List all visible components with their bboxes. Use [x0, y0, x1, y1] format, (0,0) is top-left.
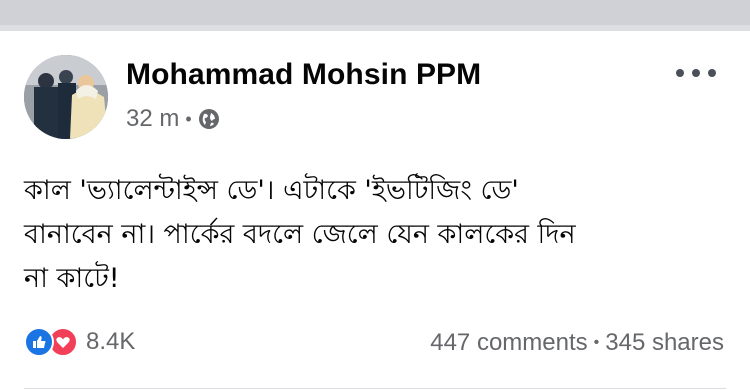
globe-icon[interactable]	[198, 108, 220, 130]
feed-separator-band	[0, 0, 750, 31]
reactions-count: 8.4K	[86, 328, 136, 355]
post-text-line: বানাবেন না। পার্কের বদলে জেলে যেন কালকের…	[24, 219, 576, 250]
action-divider	[24, 388, 726, 389]
shares-count[interactable]: 345 shares	[605, 329, 724, 357]
post-text-line: কাল 'ভ্যালেন্টাইন্স ডে'। এটাকে 'ইভটিজিং …	[24, 175, 519, 206]
engagement-stats: 447 comments • 345 shares	[430, 329, 724, 357]
like-reaction-icon	[24, 327, 54, 357]
post-time[interactable]: 32 m	[126, 105, 179, 133]
avatar[interactable]	[24, 55, 108, 139]
post-text-line: না কাটে!	[24, 263, 120, 294]
comments-count[interactable]: 447 comments	[430, 329, 587, 357]
post-text: কাল 'ভ্যালেন্টাইন্স ডে'। এটাকে 'ইভটিজিং …	[24, 169, 734, 301]
post-card: Mohammad Mohsin PPM 32 m • কাল 'ভ্যালেন্…	[0, 31, 750, 390]
author-name[interactable]: Mohammad Mohsin PPM	[126, 58, 481, 92]
post-meta: 32 m •	[126, 105, 220, 133]
stats-separator: •	[593, 334, 600, 351]
meta-separator: •	[185, 108, 192, 129]
more-options-icon[interactable]	[676, 67, 716, 79]
reactions-summary[interactable]: 8.4K	[24, 327, 135, 357]
